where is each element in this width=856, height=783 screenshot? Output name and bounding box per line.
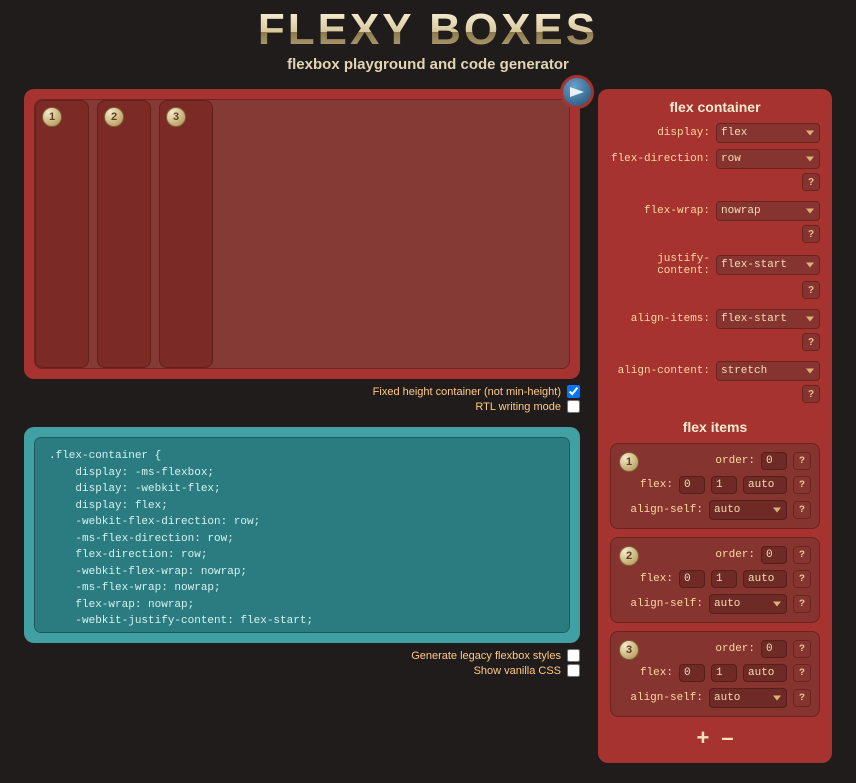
flex-container-preview: 1 2 3 (34, 99, 570, 369)
flex-wrap-label: flex-wrap: (610, 205, 710, 217)
vanilla-checkbox[interactable] (567, 664, 580, 677)
flex-label: flex: (640, 573, 673, 585)
display-label: display: (610, 127, 710, 139)
flex-basis-input[interactable] (743, 664, 787, 682)
order-help[interactable]: ? (793, 452, 811, 470)
order-help[interactable]: ? (793, 546, 811, 564)
flex-direction-select[interactable]: row (716, 149, 820, 169)
flex-direction-help[interactable]: ? (802, 173, 820, 191)
align-self-select[interactable]: auto (709, 688, 787, 708)
flex-grow-input[interactable] (679, 664, 705, 682)
add-item-button[interactable]: + (696, 725, 709, 751)
align-self-select[interactable]: auto (709, 500, 787, 520)
legacy-label: Generate legacy flexbox styles (411, 650, 561, 662)
fixed-height-checkbox[interactable] (567, 385, 580, 398)
align-items-label: align-items: (610, 313, 710, 325)
align-self-label: align-self: (630, 692, 703, 704)
flex-label: flex: (640, 479, 673, 491)
flex-basis-input[interactable] (743, 476, 787, 494)
item-badge: 1 (42, 107, 62, 127)
order-help[interactable]: ? (793, 640, 811, 658)
item-badge: 3 (619, 640, 639, 660)
toggle-direction-button[interactable] (560, 75, 594, 109)
rtl-label: RTL writing mode (475, 401, 561, 413)
align-self-help[interactable]: ? (793, 595, 811, 613)
vanilla-label: Show vanilla CSS (474, 665, 561, 677)
preview-panel: 1 2 3 (24, 89, 580, 379)
flex-grow-input[interactable] (679, 476, 705, 494)
items-heading: flex items (610, 413, 820, 443)
flex-item[interactable]: 1 (35, 100, 89, 368)
order-label: order: (715, 643, 755, 655)
align-self-help[interactable]: ? (793, 689, 811, 707)
align-content-label: align-content: (610, 365, 710, 377)
flex-wrap-help[interactable]: ? (802, 225, 820, 243)
container-heading: flex container (610, 99, 820, 123)
flex-shrink-input[interactable] (711, 570, 737, 588)
flex-direction-label: flex-direction: (610, 153, 710, 165)
flex-help[interactable]: ? (793, 476, 811, 494)
flex-help[interactable]: ? (793, 664, 811, 682)
rtl-checkbox[interactable] (567, 400, 580, 413)
align-content-select[interactable]: stretch (716, 361, 820, 381)
legacy-checkbox[interactable] (567, 649, 580, 662)
align-items-help[interactable]: ? (802, 333, 820, 351)
page-subtitle: flexbox playground and code generator (24, 56, 832, 73)
justify-content-help[interactable]: ? (802, 281, 820, 299)
order-label: order: (715, 455, 755, 467)
remove-item-button[interactable]: – (721, 725, 733, 751)
item-card: 1 order:? flex:? align-self: auto? (610, 443, 820, 529)
controls-panel: flex container display: flex flex-direct… (598, 89, 832, 763)
order-input[interactable] (761, 546, 787, 564)
item-badge: 2 (104, 107, 124, 127)
flex-shrink-input[interactable] (711, 664, 737, 682)
code-output[interactable]: .flex-container { display: -ms-flexbox; … (34, 437, 570, 633)
flex-help[interactable]: ? (793, 570, 811, 588)
align-self-help[interactable]: ? (793, 501, 811, 519)
order-label: order: (715, 549, 755, 561)
flex-wrap-select[interactable]: nowrap (716, 201, 820, 221)
flex-basis-input[interactable] (743, 570, 787, 588)
justify-content-label: justify-content: (610, 253, 710, 277)
flex-item[interactable]: 2 (97, 100, 151, 368)
flex-item[interactable]: 3 (159, 100, 213, 368)
flex-shrink-input[interactable] (711, 476, 737, 494)
item-badge: 3 (166, 107, 186, 127)
item-badge: 1 (619, 452, 639, 472)
page-title: FLEXY BOXES (24, 8, 832, 52)
align-self-select[interactable]: auto (709, 594, 787, 614)
align-items-select[interactable]: flex-start (716, 309, 820, 329)
item-badge: 2 (619, 546, 639, 566)
justify-content-select[interactable]: flex-start (716, 255, 820, 275)
display-select[interactable]: flex (716, 123, 820, 143)
align-content-help[interactable]: ? (802, 385, 820, 403)
item-card: 3 order:? flex:? align-self: auto? (610, 631, 820, 717)
align-self-label: align-self: (630, 598, 703, 610)
fixed-height-label: Fixed height container (not min-height) (373, 386, 561, 398)
order-input[interactable] (761, 452, 787, 470)
align-self-label: align-self: (630, 504, 703, 516)
item-card: 2 order:? flex:? align-self: auto? (610, 537, 820, 623)
flex-label: flex: (640, 667, 673, 679)
flex-grow-input[interactable] (679, 570, 705, 588)
code-output-panel: .flex-container { display: -ms-flexbox; … (24, 427, 580, 643)
order-input[interactable] (761, 640, 787, 658)
